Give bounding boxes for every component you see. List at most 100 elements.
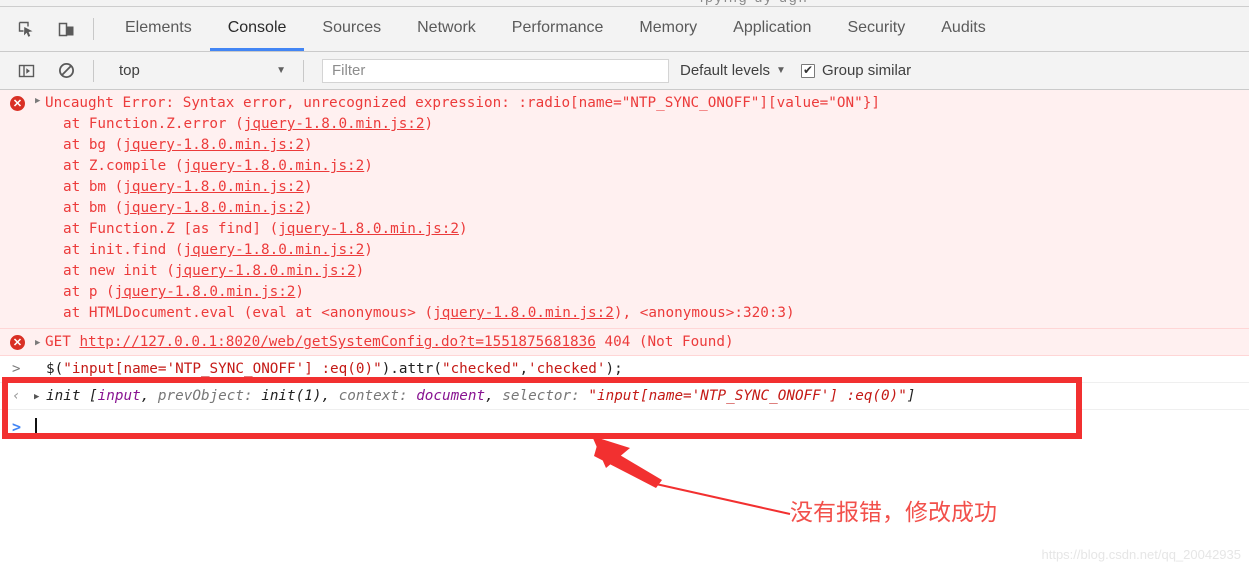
http-status: 404 (Not Found)	[595, 334, 734, 350]
tab-sources[interactable]: Sources	[304, 7, 399, 51]
cutoff-strip: ipying uy ugh	[0, 0, 1249, 7]
tab-performance[interactable]: Performance	[494, 7, 622, 51]
console-result-row[interactable]: ‹ ▶ init [input, prevObject: init(1), co…	[0, 383, 1249, 410]
stack-pre: at init.find (	[63, 242, 184, 258]
stack-link[interactable]: jquery-1.8.0.min.js:2	[123, 137, 304, 153]
stack-frame-3[interactable]: at bm (jquery-1.8.0.min.js:2)	[0, 177, 1249, 198]
stack-link[interactable]: jquery-1.8.0.min.js:2	[184, 158, 365, 174]
stack-frame-0[interactable]: at Function.Z.error (jquery-1.8.0.min.js…	[0, 114, 1249, 135]
filter-input[interactable]: Filter	[322, 58, 669, 83]
stack-pre: at Z.compile (	[63, 158, 184, 174]
output-prompt-icon: ‹	[12, 388, 21, 404]
device-toolbar-icon[interactable]	[48, 11, 84, 47]
tab-network[interactable]: Network	[399, 7, 494, 51]
stack-frame-5[interactable]: at Function.Z [as find] (jquery-1.8.0.mi…	[0, 219, 1249, 240]
expand-arrow-icon-2[interactable]: ▶	[35, 338, 40, 348]
console-input-row[interactable]: > $("input[name='NTP_SYNC_ONOFF'] :eq(0)…	[0, 356, 1249, 383]
stack-link[interactable]: jquery-1.8.0.min.js:2	[184, 242, 365, 258]
stack-post: )	[364, 158, 373, 174]
tab-application[interactable]: Application	[715, 7, 829, 51]
stack-link[interactable]: jquery-1.8.0.min.js:2	[433, 305, 614, 321]
stack-frame-6[interactable]: at init.find (jquery-1.8.0.min.js:2)	[0, 240, 1249, 261]
clear-console-icon[interactable]	[48, 53, 84, 89]
res-seg: :	[571, 388, 589, 404]
expand-arrow-icon[interactable]: ▶	[35, 96, 40, 106]
stack-link[interactable]: jquery-1.8.0.min.js:2	[278, 221, 459, 237]
watermark-text: https://blog.csdn.net/qq_20042935	[1041, 547, 1242, 562]
stack-frame-1[interactable]: at bg (jquery-1.8.0.min.js:2)	[0, 135, 1249, 156]
stack-pre: at new init (	[63, 263, 175, 279]
res-seg: ]	[906, 388, 916, 404]
code-seg: ,	[519, 361, 529, 377]
console-sidebar-icon[interactable]	[8, 53, 44, 89]
stack-frame-2[interactable]: at Z.compile (jquery-1.8.0.min.js:2)	[0, 156, 1249, 177]
group-similar-checkbox[interactable]	[800, 62, 815, 78]
res-seg: input	[97, 388, 141, 404]
stack-link[interactable]: jquery-1.8.0.min.js:2	[175, 263, 356, 279]
stack-frame-7[interactable]: at new init (jquery-1.8.0.min.js:2)	[0, 261, 1249, 282]
cutoff-ghost-text: ipying uy ugh	[700, 0, 809, 5]
group-similar-label: Group similar	[821, 62, 912, 79]
res-key: prevObject	[157, 388, 244, 404]
filterbar-divider-1	[93, 59, 94, 82]
stack-post: )	[295, 284, 305, 300]
code-string: 'checked'	[528, 361, 606, 377]
res-seg: :	[244, 388, 262, 404]
stack-post: )	[304, 200, 313, 216]
console-filter-bar: top ▼ Filter Default levels ▼ Group simi…	[0, 52, 1249, 90]
stack-frame-9[interactable]: at HTMLDocument.eval (eval at <anonymous…	[0, 303, 1249, 324]
res-seg: ,	[485, 388, 503, 404]
tab-console[interactable]: Console	[209, 7, 305, 51]
stack-link[interactable]: jquery-1.8.0.min.js:2	[115, 284, 296, 300]
res-key: selector	[502, 388, 572, 404]
log-levels-select[interactable]: Default levels ▼	[680, 62, 786, 79]
stack-frame-4[interactable]: at bm (jquery-1.8.0.min.js:2)	[0, 198, 1249, 219]
console-result-object: init [input, prevObject: init(1), contex…	[0, 388, 915, 404]
res-seg: init	[46, 388, 90, 404]
network-error-text: GET http://127.0.0.1:8020/web/getSystemC…	[0, 334, 734, 350]
error-icon: ✕	[10, 96, 25, 111]
tab-security[interactable]: Security	[829, 7, 923, 51]
stack-link[interactable]: jquery-1.8.0.min.js:2	[244, 116, 425, 132]
error-icon-2: ✕	[10, 335, 25, 350]
code-string: "checked"	[441, 361, 520, 377]
chevron-down-icon: ▼	[276, 65, 286, 76]
stack-post: )	[304, 179, 313, 195]
chevron-down-icon-levels: ▼	[776, 65, 786, 76]
code-seg: );	[605, 361, 623, 377]
tab-elements[interactable]: Elements	[107, 7, 210, 51]
stack-frame-8[interactable]: at p (jquery-1.8.0.min.js:2)	[0, 282, 1249, 303]
stack-pre: at p (	[63, 284, 115, 300]
res-seg: :	[398, 388, 417, 404]
inspect-element-icon[interactable]	[8, 11, 44, 47]
code-seg: ).attr(	[381, 361, 442, 377]
stack-post: )	[364, 242, 373, 258]
group-similar-toggle[interactable]: Group similar	[800, 62, 912, 79]
res-seg: [	[89, 388, 98, 404]
console-error-message-2[interactable]: ✕ ▶ GET http://127.0.0.1:8020/web/getSys…	[0, 329, 1249, 356]
input-prompt-icon: >	[12, 361, 21, 377]
res-key: context	[338, 388, 399, 404]
res-seg: ,	[140, 388, 158, 404]
filterbar-divider-2	[303, 59, 304, 82]
expand-arrow-icon-result[interactable]: ▶	[34, 392, 39, 402]
request-url-link[interactable]: http://127.0.0.1:8020/web/getSystemConfi…	[79, 334, 595, 350]
execution-context-select[interactable]: top ▼	[109, 59, 294, 83]
stack-pre: at bg (	[63, 137, 124, 153]
tab-memory[interactable]: Memory	[621, 7, 715, 51]
stack-pre: at bm (	[63, 200, 124, 216]
toolbar-divider	[93, 18, 94, 40]
text-caret	[35, 418, 37, 436]
stack-post: )	[304, 137, 313, 153]
code-seg: $(	[46, 361, 64, 377]
stack-link[interactable]: jquery-1.8.0.min.js:2	[123, 179, 304, 195]
res-string: "input[name='NTP_SYNC_ONOFF'] :eq(0)"	[588, 388, 907, 404]
console-error-message-1[interactable]: ✕ ▶ Uncaught Error: Syntax error, unreco…	[0, 90, 1249, 329]
console-input-code: $("input[name='NTP_SYNC_ONOFF'] :eq(0)")…	[0, 361, 623, 377]
http-method: GET	[45, 334, 80, 350]
annotation-arrow	[592, 436, 791, 515]
tab-audits[interactable]: Audits	[923, 7, 1003, 51]
devtools-tab-bar: Elements Console Sources Network Perform…	[0, 7, 1249, 52]
stack-link[interactable]: jquery-1.8.0.min.js:2	[123, 200, 304, 216]
stack-post: )	[458, 221, 468, 237]
